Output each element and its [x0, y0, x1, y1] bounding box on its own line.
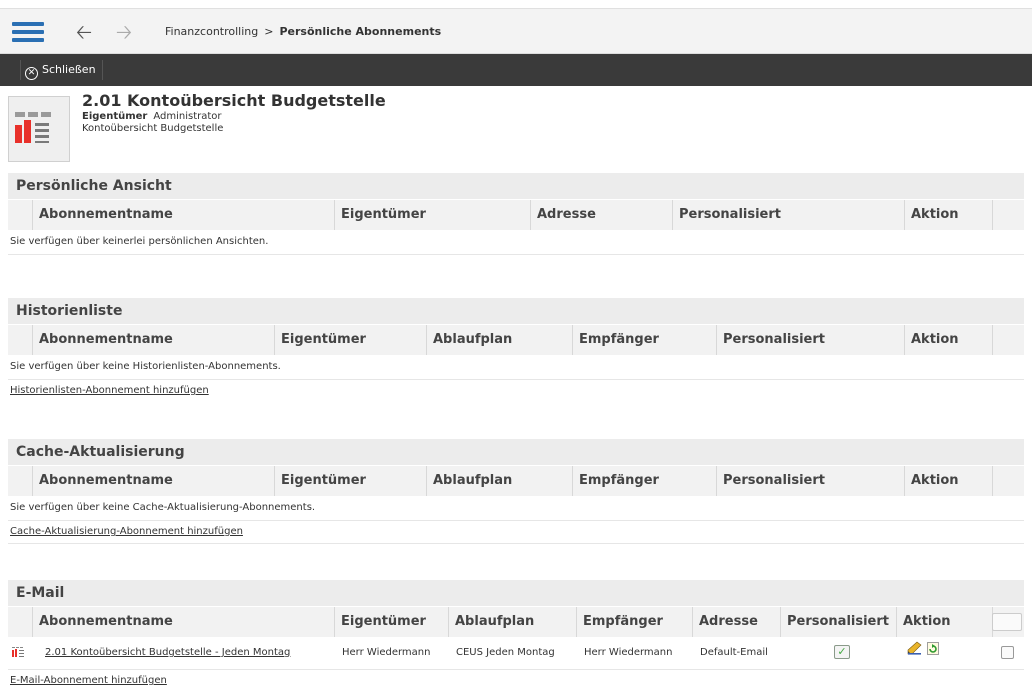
table-header: Abonnementname Eigentümer Adresse Person…: [8, 199, 1024, 230]
add-history-subscription-link[interactable]: Historienlisten-Abonnement hinzufügen: [8, 380, 1024, 402]
col-owner[interactable]: Eigentümer: [274, 325, 426, 355]
section-title: E-Mail: [8, 580, 1024, 606]
close-circle-icon: ✕: [25, 67, 38, 80]
col-owner[interactable]: Eigentümer: [334, 607, 448, 637]
checkmark-icon: ✓: [834, 645, 850, 659]
table-row: 2.01 Kontoübersicht Budgetstelle - Jeden…: [8, 637, 1024, 670]
col-schedule[interactable]: Ablaufplan: [426, 466, 572, 496]
col-subscription-name[interactable]: Abonnementname: [32, 325, 274, 355]
history-list-section: Historienliste Abonnementname Eigentümer…: [8, 298, 1024, 402]
checkbox[interactable]: [1001, 645, 1014, 659]
empty-message: Sie verfügen über keinerlei persönlichen…: [8, 230, 1024, 255]
add-cache-subscription-link[interactable]: Cache-Aktualisierung-Abonnement hinzufüg…: [8, 521, 1024, 544]
section-title: Cache-Aktualisierung: [8, 439, 1024, 465]
add-email-subscription-link[interactable]: E-Mail-Abonnement hinzufügen: [8, 670, 1024, 692]
col-action[interactable]: Aktion: [904, 325, 992, 355]
recipient-cell: Herr Wiedermann: [584, 647, 673, 658]
col-owner[interactable]: Eigentümer: [274, 466, 426, 496]
col-personalized[interactable]: Personalisiert: [716, 466, 904, 496]
col-address[interactable]: Adresse: [692, 607, 780, 637]
personal-view-section: Persönliche Ansicht Abonnementname Eigen…: [8, 173, 1024, 255]
report-description: Kontoübersicht Budgetstelle: [82, 123, 224, 134]
col-action[interactable]: Aktion: [904, 200, 992, 230]
address-cell: Default-Email: [700, 647, 768, 658]
col-personalized[interactable]: Personalisiert: [672, 200, 904, 230]
col-recipient[interactable]: Empfänger: [572, 466, 716, 496]
schedule-cell: CEUS Jeden Montag: [456, 647, 555, 658]
refresh-icon[interactable]: [927, 637, 940, 669]
empty-message: Sie verfügen über keine Historienlisten-…: [8, 355, 1024, 380]
table-header: Abonnementname Eigentümer Ablaufplan Emp…: [8, 465, 1024, 496]
owner-label: Eigentümer: [82, 111, 148, 122]
personalized-checkbox: ✓: [834, 637, 850, 669]
section-title: Historienliste: [8, 298, 1024, 324]
section-title: Persönliche Ansicht: [8, 173, 1024, 199]
breadcrumb-current: Persönliche Abonnements: [279, 25, 442, 38]
breadcrumb-separator: >: [264, 25, 274, 38]
owner-cell: Herr Wiedermann: [342, 647, 431, 658]
col-recipient[interactable]: Empfänger: [572, 325, 716, 355]
hamburger-menu-icon[interactable]: [12, 22, 44, 42]
report-icon: [12, 637, 26, 669]
report-owner: Eigentümer Administrator: [82, 111, 222, 122]
col-personalized[interactable]: Personalisiert: [780, 607, 896, 637]
select-all-button[interactable]: [992, 613, 1022, 631]
empty-message: Sie verfügen über keine Cache-Aktualisie…: [8, 496, 1024, 521]
report-icon: [8, 96, 70, 162]
table-header: Abonnementname Eigentümer Ablaufplan Emp…: [8, 324, 1024, 355]
report-title: 2.01 Kontoübersicht Budgetstelle: [82, 91, 386, 110]
action-toolbar: ✕ Schließen: [0, 54, 1032, 86]
breadcrumb-parent[interactable]: Finanzcontrolling: [165, 25, 258, 38]
cache-refresh-section: Cache-Aktualisierung Abonnementname Eige…: [8, 439, 1024, 544]
col-select: [992, 325, 1024, 355]
close-button[interactable]: ✕ Schließen: [20, 60, 103, 80]
row-select-checkbox[interactable]: [1001, 637, 1014, 669]
col-owner[interactable]: Eigentümer: [334, 200, 530, 230]
col-action[interactable]: Aktion: [904, 466, 992, 496]
close-button-label: Schließen: [42, 63, 96, 76]
table-header: Abonnementname Eigentümer Ablaufplan Emp…: [8, 606, 1024, 637]
col-schedule[interactable]: Ablaufplan: [426, 325, 572, 355]
col-action[interactable]: Aktion: [896, 607, 992, 637]
top-navigation-bar: 🡠 🡢 Finanzcontrolling > Persönliche Abonne…: [0, 8, 1032, 54]
arrow-right-icon[interactable]: 🡢: [113, 21, 135, 43]
arrow-left-icon[interactable]: 🡠: [73, 21, 95, 43]
email-section: E-Mail Abonnementname Eigentümer Ablaufp…: [8, 580, 1024, 692]
edit-pencil-icon[interactable]: [907, 637, 922, 669]
col-subscription-name[interactable]: Abonnementname: [32, 466, 274, 496]
col-schedule[interactable]: Ablaufplan: [448, 607, 576, 637]
breadcrumb: Finanzcontrolling > Persönliche Abonnement…: [165, 25, 441, 38]
owner-value: Administrator: [153, 111, 222, 122]
subscription-name-link[interactable]: 2.01 Kontoübersicht Budgetstelle - Jeden…: [45, 637, 290, 669]
col-subscription-name[interactable]: Abonnementname: [32, 200, 334, 230]
col-select: [992, 200, 1024, 230]
col-personalized[interactable]: Personalisiert: [716, 325, 904, 355]
col-subscription-name[interactable]: Abonnementname: [32, 607, 334, 637]
col-recipient[interactable]: Empfänger: [576, 607, 692, 637]
action-icons: [907, 637, 940, 669]
col-select: [992, 466, 1024, 496]
col-address[interactable]: Adresse: [530, 200, 672, 230]
